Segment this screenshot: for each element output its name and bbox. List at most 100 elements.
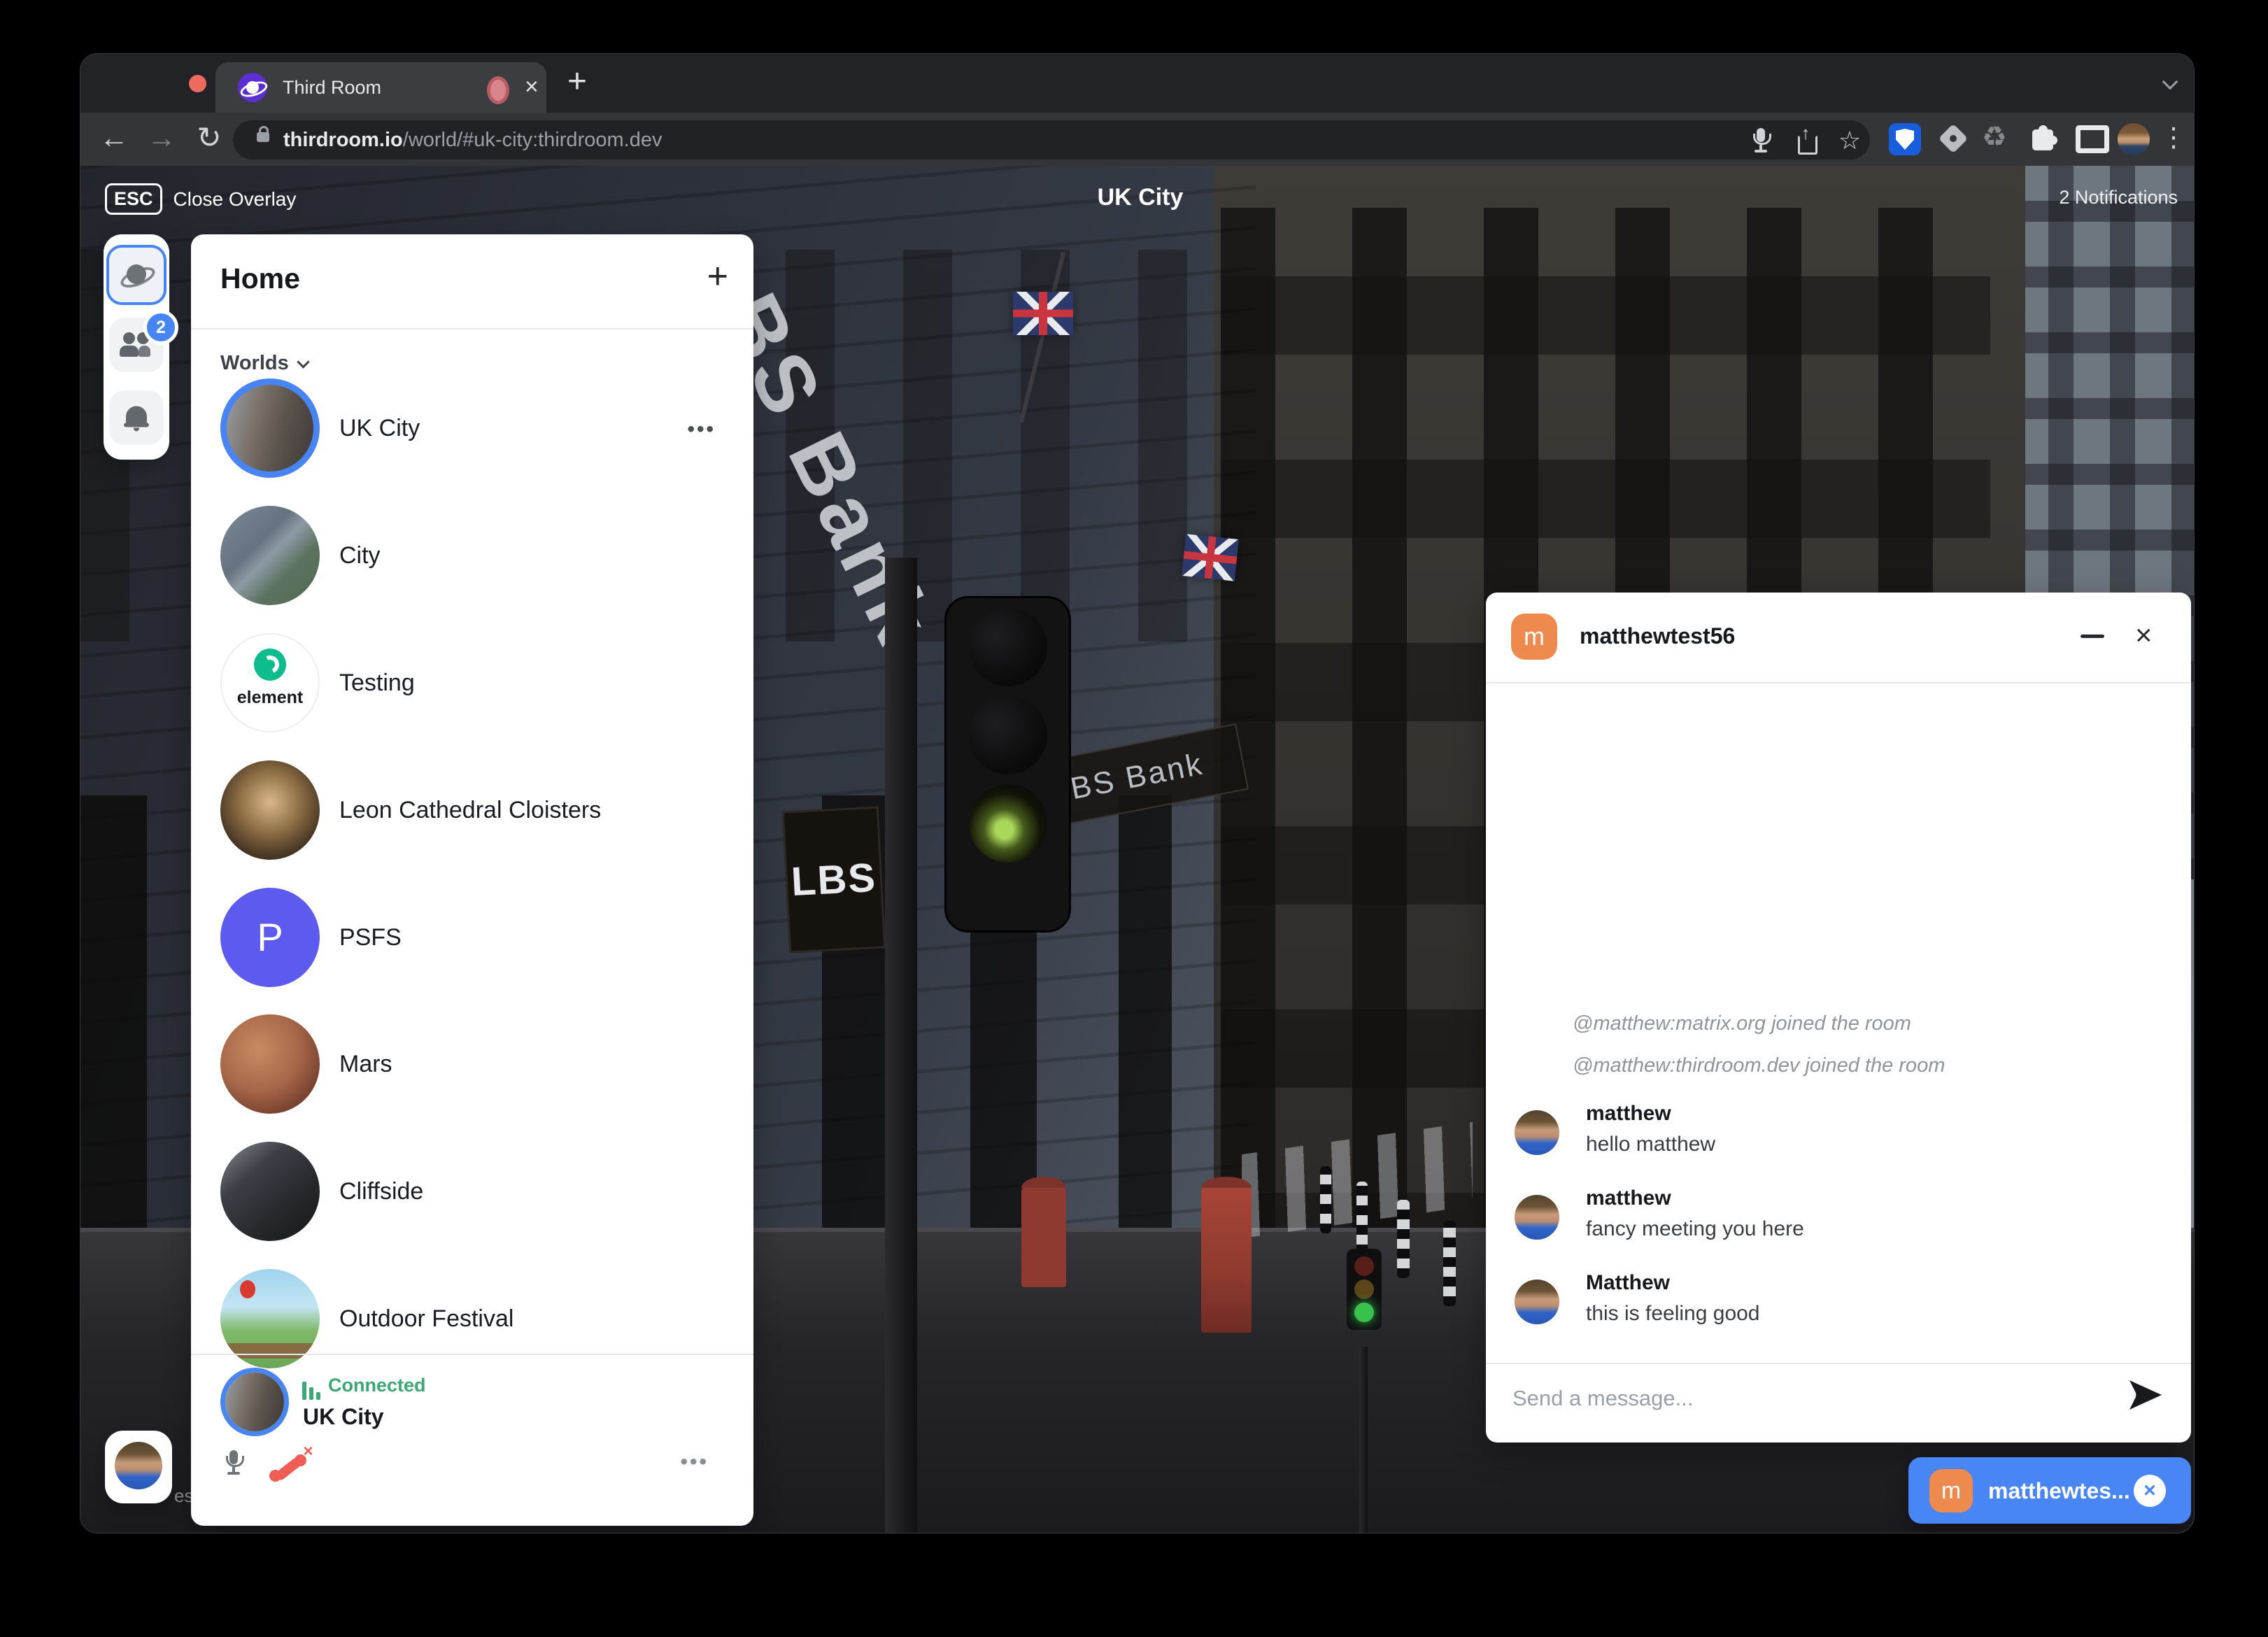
chat-window: m matthewtest56 × @matthew:matrix.org jo…	[1486, 593, 2191, 1443]
chat-minimize-icon[interactable]	[2081, 635, 2104, 638]
close-overlay-label: Close Overlay	[173, 188, 297, 211]
worlds-label: Worlds	[220, 352, 289, 374]
tab-strip: Third Room × +	[80, 54, 2194, 113]
world-name: UK City	[339, 378, 420, 478]
tab-close-icon[interactable]: ×	[525, 72, 539, 101]
extension-diamond-icon[interactable]	[1939, 124, 1968, 153]
message-sender: matthew	[1586, 1186, 1671, 1210]
user-avatar-tile[interactable]	[105, 1431, 172, 1503]
rail-notifications-button[interactable]	[109, 390, 164, 445]
tab-window-icon[interactable]	[2076, 125, 2109, 153]
bookmark-star-icon[interactable]: ☆	[1834, 127, 1866, 155]
call-pill-avatar: m	[1929, 1469, 1973, 1512]
world-name: City	[339, 506, 381, 605]
message-avatar	[1515, 1195, 1559, 1240]
active-call-pill[interactable]: m matthewtes... ×	[1908, 1457, 2191, 1524]
hangup-call-button[interactable]: ×	[269, 1446, 314, 1485]
share-icon[interactable]: ↑	[1792, 127, 1824, 155]
world-name: Cliffside	[339, 1142, 423, 1241]
message-text: this is feeling good	[1586, 1302, 1760, 1326]
chevron-down-icon	[297, 355, 309, 368]
tab-recording-indicator-icon	[487, 76, 509, 104]
world-viewport[interactable]: LBS Bank LBS Bank LBS es ESC Close Overl…	[80, 166, 2194, 1533]
worlds-section-toggle[interactable]: Worlds	[220, 352, 308, 375]
tab-title: Third Room	[283, 77, 381, 99]
world-row-psfs[interactable]: P PSFS	[191, 888, 753, 987]
window-close-button[interactable]	[189, 75, 206, 92]
bitwarden-extension-icon[interactable]	[1889, 123, 1921, 155]
mic-permission-icon[interactable]	[1746, 127, 1778, 155]
scene-pillar-box	[1201, 1185, 1252, 1333]
browser-tab[interactable]: Third Room ×	[215, 62, 546, 113]
room-notice: @matthew:matrix.org joined the room	[1573, 1012, 1911, 1035]
forward-button[interactable]: →	[141, 113, 183, 166]
divider	[1486, 682, 2191, 683]
connected-world-avatar	[220, 1368, 289, 1436]
world-row-testing[interactable]: element Testing	[191, 633, 753, 732]
user-avatar	[115, 1442, 162, 1489]
add-world-button[interactable]: +	[707, 255, 728, 297]
url-path: /world/#uk-city:thirdroom.dev	[403, 129, 662, 151]
message-input[interactable]	[1511, 1375, 2088, 1422]
message-text: hello matthew	[1586, 1133, 1715, 1156]
message-sender: matthew	[1586, 1102, 1671, 1126]
world-avatar	[220, 378, 320, 478]
back-button[interactable]: ←	[93, 113, 135, 166]
call-pill-close-icon[interactable]: ×	[2134, 1475, 2166, 1507]
scene-traffic-pole	[885, 558, 917, 1533]
world-row-cliffside[interactable]: Cliffside	[191, 1142, 753, 1241]
chat-close-icon[interactable]: ×	[2135, 621, 2153, 650]
call-pill-label: matthewtes...	[1988, 1478, 2130, 1504]
esc-key-badge: ESC	[105, 183, 162, 215]
extensions-puzzle-icon[interactable]	[2032, 129, 2053, 150]
world-row-city[interactable]: City	[191, 506, 753, 605]
extension-recycle-icon[interactable]: ♻	[1982, 121, 2007, 153]
scene-union-jack-flag	[1182, 534, 1239, 581]
scene-sign-lbs: LBS	[782, 807, 886, 954]
rail-home-button[interactable]	[106, 245, 166, 305]
world-row-leon-cathedral[interactable]: Leon Cathedral Cloisters	[191, 760, 753, 860]
scene-traffic-light-small	[1347, 1249, 1382, 1330]
footer-more-kebab-icon[interactable]: •••	[680, 1450, 709, 1474]
scene-postbox	[1021, 1185, 1066, 1287]
mute-mic-button[interactable]	[219, 1449, 251, 1484]
divider	[191, 1354, 753, 1355]
world-name: Mars	[339, 1014, 392, 1114]
scene-traffic-light	[944, 596, 1071, 933]
world-name: Testing	[339, 633, 415, 732]
send-icon[interactable]	[2129, 1380, 2162, 1410]
bell-icon	[124, 406, 149, 431]
close-overlay-hint[interactable]: ESC Close Overlay	[105, 183, 296, 215]
scene-traffic-pole	[1359, 1347, 1368, 1533]
world-row-uk-city[interactable]: UK City •••	[191, 378, 753, 478]
scene-bollard	[1443, 1221, 1456, 1306]
message-avatar	[1515, 1110, 1559, 1155]
connection-status: Connected	[328, 1375, 426, 1396]
connected-world-name: UK City	[303, 1404, 384, 1430]
thirdroom-favicon-icon	[238, 73, 267, 102]
world-row-mars[interactable]: Mars	[191, 1014, 753, 1114]
url-bar[interactable]: thirdroom.io/world/#uk-city:thirdroom.de…	[233, 120, 1870, 160]
message-avatar	[1515, 1280, 1559, 1324]
world-avatar	[220, 1014, 320, 1114]
world-more-kebab-icon[interactable]: •••	[687, 418, 716, 441]
world-avatar: P	[220, 888, 320, 987]
scene-union-jack-flag	[1013, 292, 1073, 335]
divider	[191, 328, 753, 329]
new-tab-button[interactable]: +	[567, 65, 587, 99]
browser-profile-avatar[interactable]	[2118, 123, 2150, 155]
notifications-indicator[interactable]: 2 Notifications	[2059, 187, 2178, 208]
message-text: fancy meeting you here	[1586, 1217, 1804, 1241]
scene-crossing	[1242, 1122, 1473, 1238]
signal-bars-icon	[302, 1382, 323, 1400]
friends-badge: 2	[143, 310, 178, 345]
scene-sign-band: LBS Bank	[1007, 723, 1249, 834]
browser-window: Third Room × + ← → ↻ thirdroom.io/world/…	[80, 54, 2194, 1533]
world-name: Leon Cathedral Cloisters	[339, 760, 601, 860]
scene-bollard	[1397, 1200, 1410, 1278]
reload-button[interactable]: ↻	[188, 113, 230, 166]
browser-menu-kebab-icon[interactable]: ⋮	[2153, 113, 2194, 166]
world-avatar	[220, 1142, 320, 1241]
world-avatar: element	[220, 633, 320, 732]
tab-search-chevron-icon[interactable]	[2162, 74, 2178, 90]
